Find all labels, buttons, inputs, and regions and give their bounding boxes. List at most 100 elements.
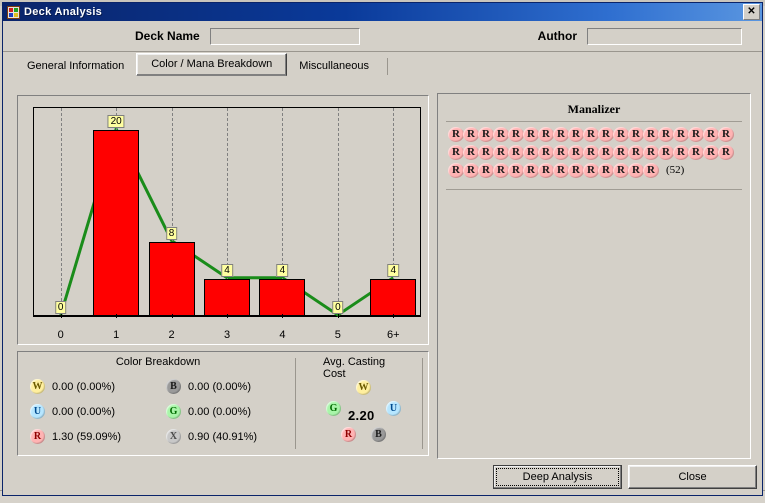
- deep-analysis-button[interactable]: Deep Analysis: [493, 465, 622, 489]
- color-entry-red: R 1.30 (59.09%): [30, 429, 121, 444]
- manalizer-mana-r-icon: R: [568, 127, 584, 142]
- manalizer-mana-r-icon: R: [553, 163, 569, 178]
- chart-x-tick: [171, 314, 173, 318]
- app-icon: [7, 5, 20, 19]
- manalizer-mana-r-icon: R: [508, 145, 524, 160]
- deck-header-row: Deck Name Author: [3, 21, 762, 51]
- chart-x-label: 0: [57, 329, 64, 341]
- color-entry-green: G 0.00 (0.00%): [166, 404, 251, 419]
- chart-data-label: 0: [332, 301, 344, 314]
- manalizer-mana-r-icon: R: [688, 145, 704, 160]
- manalizer-mana-r-icon: R: [583, 127, 599, 142]
- manalizer-mana-r-icon: R: [538, 127, 554, 142]
- screen: Deck Analysis ✕ Deck Name Author General…: [0, 0, 765, 503]
- manalizer-mana-r-icon: R: [598, 145, 614, 160]
- focus-ring: [496, 468, 619, 486]
- manalizer-mana-r-icon: R: [658, 145, 674, 160]
- close-button[interactable]: Close: [628, 465, 757, 489]
- mana-symbol-r-icon: R: [30, 429, 45, 444]
- manalizer-mana-r-icon: R: [553, 145, 569, 160]
- chart-x-tick: [393, 314, 395, 318]
- manalizer-mana-r-icon: R: [523, 127, 539, 142]
- manalizer-mana-r-icon: R: [523, 145, 539, 160]
- manalizer-mana-r-icon: R: [598, 127, 614, 142]
- chart-data-label: 8: [165, 226, 178, 240]
- color-value-green: 0.00 (0.00%): [188, 405, 251, 418]
- chart-surface: 0 0 1 20 2 8 3 4 4 4 5 0 6+ 4: [21, 99, 425, 341]
- chart-x-label: 4: [279, 329, 286, 341]
- window-title: Deck Analysis: [24, 6, 103, 18]
- manalizer-divider-top: [446, 121, 742, 122]
- breakdown-panel: Color Breakdown Avg. Casting Cost W 0.00…: [17, 351, 429, 456]
- window-titlebar: Deck Analysis ✕: [3, 3, 762, 21]
- author-input[interactable]: [587, 27, 742, 45]
- manalizer-mana-r-icon: R: [628, 145, 644, 160]
- manalizer-mana-r-icon: R: [628, 127, 644, 142]
- mana-symbol-x-icon: X: [166, 429, 181, 444]
- chart-x-tick: [282, 314, 284, 318]
- manalizer-mana-r-icon: R: [583, 145, 599, 160]
- mana-symbol-b-icon: B: [166, 379, 181, 394]
- manalizer-mana-r-icon: R: [463, 163, 479, 178]
- deck-name-input[interactable]: [209, 27, 360, 45]
- chart-x-label: 6+: [387, 329, 400, 341]
- manalizer-panel: Manalizer RRRRRRRRRRRRRRRRRRRRRRRRRRRRRR…: [437, 93, 751, 459]
- manalizer-mana-r-icon: R: [628, 163, 644, 178]
- acc-mana-w-icon: W: [356, 380, 371, 395]
- manalizer-row: R R R R R R R R R R R R R R (52): [448, 163, 742, 181]
- manalizer-mana-r-icon: R: [478, 127, 494, 142]
- close-icon[interactable]: ✕: [743, 4, 760, 20]
- chart-x-tick: [116, 314, 118, 318]
- manalizer-mana-r-icon: R: [523, 163, 539, 178]
- tab-divider: [386, 58, 388, 75]
- color-value-red: 1.30 (59.09%): [52, 430, 122, 443]
- manalizer-mana-r-icon: R: [463, 145, 479, 160]
- manalizer-mana-r-icon: R: [508, 163, 524, 178]
- manalizer-mana-r-icon: R: [703, 145, 719, 160]
- manalizer-mana-r-icon: R: [493, 127, 509, 142]
- tab-bar: General Information Color / Mana Breakdo…: [3, 52, 762, 76]
- manalizer-mana-r-icon: R: [613, 127, 629, 142]
- manalizer-row: RRRRRRRRRRRRRRRRRRR: [448, 127, 742, 145]
- chart-bar: [93, 130, 140, 316]
- chart-bar: [148, 241, 195, 316]
- color-value-white: 0.00 (0.00%): [52, 380, 115, 393]
- manalizer-row: RRRRRRRRRRRRRRRRRRR: [448, 145, 742, 163]
- avg-casting-cost-value: 2.20: [348, 408, 375, 423]
- manalizer-mana-r-icon: R: [643, 163, 659, 178]
- manalizer-mana-r-icon: R: [568, 163, 584, 178]
- manalizer-mana-r-icon: R: [688, 127, 704, 142]
- chart-bar: [259, 278, 306, 316]
- acc-mana-g-icon: G: [326, 401, 341, 416]
- chart-x-tick: [227, 314, 228, 318]
- manalizer-symbol-grid: RRRRRRRRRRRRRRRRRRRRRRRRRRRRRRRRRRRRRRRR…: [448, 127, 742, 181]
- color-value-black: 0.00 (0.00%): [188, 380, 251, 393]
- color-entry-white: W 0.00 (0.00%): [30, 379, 115, 394]
- chart-data-label: 0: [54, 301, 67, 314]
- chart-x-tick: [60, 314, 62, 318]
- manalizer-mana-r-icon: R: [553, 127, 569, 142]
- manalizer-mana-r-icon: R: [643, 127, 659, 142]
- chart-gridline: [60, 108, 62, 316]
- chart-x-tick: [337, 314, 339, 318]
- tab-general-information[interactable]: General Information: [17, 57, 135, 76]
- tab-miscullaneous[interactable]: Miscullaneous: [289, 57, 379, 76]
- manalizer-mana-r-icon: R: [703, 127, 719, 142]
- tab-color-mana-breakdown[interactable]: Color / Mana Breakdown: [136, 53, 288, 76]
- manalizer-mana-r-icon: R: [673, 145, 689, 160]
- chart-x-label: 3: [223, 329, 231, 341]
- deck-analysis-window: Deck Analysis ✕ Deck Name Author General…: [2, 2, 763, 496]
- color-entry-black: B 0.00 (0.00%): [166, 379, 251, 394]
- manalizer-mana-r-icon: R: [598, 163, 614, 178]
- manalizer-mana-r-icon: R: [538, 145, 554, 160]
- manalizer-mana-r-icon: R: [448, 163, 464, 178]
- manalizer-title: Manalizer: [567, 102, 621, 116]
- mana-curve-chart-panel: 0 0 1 20 2 8 3 4 4 4 5 0 6+ 4: [17, 95, 429, 345]
- manalizer-mana-r-icon: R: [478, 145, 494, 160]
- chart-plot-area: 0 0 1 20 2 8 3 4 4 4 5 0 6+ 4: [33, 107, 421, 341]
- acc-mana-u-icon: U: [386, 401, 401, 416]
- breakdown-divider-1: [295, 358, 296, 449]
- manalizer-mana-r-icon: R: [508, 127, 524, 142]
- chart-data-label: 20: [107, 115, 125, 128]
- manalizer-mana-r-icon: R: [568, 145, 584, 160]
